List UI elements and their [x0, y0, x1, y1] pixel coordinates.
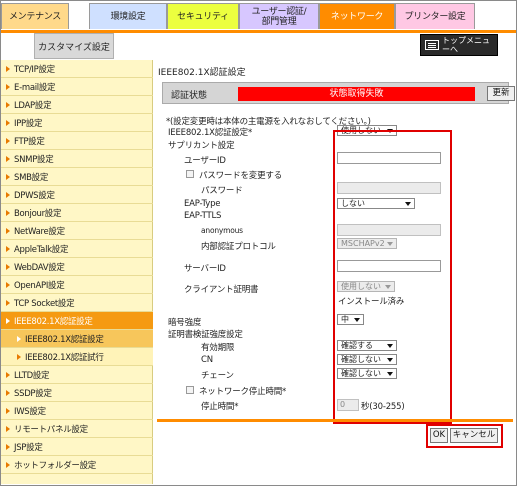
sidebar-item-webdav[interactable]: WebDAV設定 [1, 258, 153, 276]
sidebar-item-smb[interactable]: SMB設定 [1, 168, 153, 186]
cert-verify-heading: 証明書検証強度設定 [168, 330, 243, 340]
validity-label: 有効期限 [201, 343, 235, 353]
sidebar-item-bonjour[interactable]: Bonjour設定 [1, 204, 153, 222]
sidebar-item-ipp[interactable]: IPP設定 [1, 114, 153, 132]
arrow-icon [6, 173, 10, 180]
arrow-icon [6, 425, 10, 432]
auth-status-bar: 認証状態 状態取得失敗 更新 [162, 82, 515, 104]
arrow-icon [6, 209, 10, 216]
sidebar-item-dpws[interactable]: DPWS設定 [1, 186, 153, 204]
sidebar-item-appletalk[interactable]: AppleTalk設定 [1, 240, 153, 258]
sidebar-item-ieee8021x[interactable]: IEEE802.1X認証設定 [1, 312, 153, 330]
user-id-label: ユーザーID [184, 156, 226, 166]
tab-user-auth[interactable]: ユーザー認証/部門管理 [239, 3, 319, 29]
arrow-icon [6, 155, 10, 162]
server-id-label: サーバーID [184, 264, 226, 274]
arrow-icon [6, 137, 10, 144]
cn-label: CN [201, 355, 213, 365]
arrow-icon [6, 281, 10, 288]
menu-list-icon [425, 40, 439, 50]
cipher-strength-label: 暗号強度 [168, 318, 202, 328]
arrow-icon [6, 245, 10, 252]
sidebar-item-tcpip[interactable]: TCP/IP設定 [1, 60, 153, 78]
arrow-icon [17, 353, 21, 360]
inner-protocol-label: 内部認証プロトコル [201, 242, 276, 252]
network-stop-checkbox[interactable] [186, 386, 194, 394]
arrow-icon [6, 119, 10, 126]
arrow-icon [6, 263, 10, 270]
tab-maintenance[interactable]: メンテナンス [1, 3, 69, 29]
sidebar-item-ldap[interactable]: LDAP設定 [1, 96, 153, 114]
auth-status-label: 認証状態 [171, 91, 208, 101]
ieee-setting-label: IEEE802.1X認証設定* [168, 128, 253, 138]
top-menu-button[interactable]: トップメニューへ [420, 34, 498, 56]
arrow-icon [6, 65, 10, 72]
main-content: IEEE802.1X認証設定 認証状態 状態取得失敗 更新 *(設定変更時は本体… [155, 60, 515, 484]
sidebar-item-email[interactable]: E-mail設定 [1, 78, 153, 96]
arrow-icon [17, 335, 21, 342]
arrow-icon [6, 191, 10, 198]
form-divider [157, 419, 513, 422]
arrow-icon [6, 443, 10, 450]
sidebar-item-remote-panel[interactable]: リモートパネル設定 [1, 420, 153, 438]
page-title: IEEE802.1X認証設定 [158, 68, 246, 78]
main-tab-bar: メンテナンス 環境設定 セキュリティ ユーザー認証/部門管理 ネットワーク プリ… [1, 1, 516, 31]
auth-status-value: 状態取得失敗 [238, 87, 475, 101]
eap-type-label: EAP-Type [184, 199, 221, 209]
arrow-icon [6, 407, 10, 414]
sidebar-item-ssdp[interactable]: SSDP設定 [1, 384, 153, 402]
cancel-button[interactable]: キャンセル [450, 428, 498, 443]
network-stop-label: ネットワーク停止時間* [199, 387, 287, 397]
supplicant-heading: サプリカント設定 [168, 141, 235, 151]
refresh-button[interactable]: 更新 [487, 86, 515, 101]
sidebar-item-netware[interactable]: NetWare設定 [1, 222, 153, 240]
arrow-icon [6, 389, 10, 396]
eap-ttls-heading: EAP-TTLS [184, 211, 222, 221]
highlight-box-settings [333, 130, 452, 424]
sidebar-item-tcp-socket[interactable]: TCP Socket設定 [1, 294, 153, 312]
sidebar-subitem-ieee8021x-trial[interactable]: IEEE802.1X認証試行 [1, 348, 153, 366]
chain-label: チェーン [201, 371, 234, 381]
anonymous-label: anonymous [201, 226, 243, 235]
arrow-icon [6, 371, 10, 378]
sub-tab-bar: カスタマイズ設定 トップメニューへ [1, 33, 516, 60]
tab-security[interactable]: セキュリティ [167, 3, 239, 29]
change-password-checkbox[interactable] [186, 170, 194, 178]
client-cert-label: クライアント証明書 [184, 285, 259, 295]
tab-network[interactable]: ネットワーク [319, 3, 395, 29]
sidebar-item-iws[interactable]: IWS設定 [1, 402, 153, 420]
sidebar-item-snmp[interactable]: SNMP設定 [1, 150, 153, 168]
sidebar-item-openapi[interactable]: OpenAPI設定 [1, 276, 153, 294]
sidebar-item-ftp[interactable]: FTP設定 [1, 132, 153, 150]
sidebar-item-jsp[interactable]: JSP設定 [1, 438, 153, 456]
tab-printer[interactable]: プリンター設定 [395, 3, 475, 29]
sidebar-item-lltd[interactable]: LLTD設定 [1, 366, 153, 384]
sidebar-subitem-ieee8021x-settings[interactable]: IEEE802.1X認証設定 [1, 330, 153, 348]
arrow-icon [6, 299, 10, 306]
arrow-icon [6, 317, 10, 324]
change-password-label: パスワードを変更する [199, 171, 283, 181]
arrow-icon [6, 227, 10, 234]
arrow-icon [6, 101, 10, 108]
arrow-icon [6, 461, 10, 468]
tab-environment[interactable]: 環境設定 [89, 3, 167, 29]
tab-customize[interactable]: カスタマイズ設定 [34, 33, 114, 59]
stop-time-label: 停止時間* [201, 402, 239, 412]
ok-button[interactable]: OK [430, 428, 448, 443]
sidebar: TCP/IP設定 E-mail設定 LDAP設定 IPP設定 FTP設定 SNM… [1, 60, 153, 484]
arrow-icon [6, 83, 10, 90]
sidebar-item-hot-folder[interactable]: ホットフォルダー設定 [1, 456, 153, 474]
password-label: パスワード [201, 186, 243, 196]
